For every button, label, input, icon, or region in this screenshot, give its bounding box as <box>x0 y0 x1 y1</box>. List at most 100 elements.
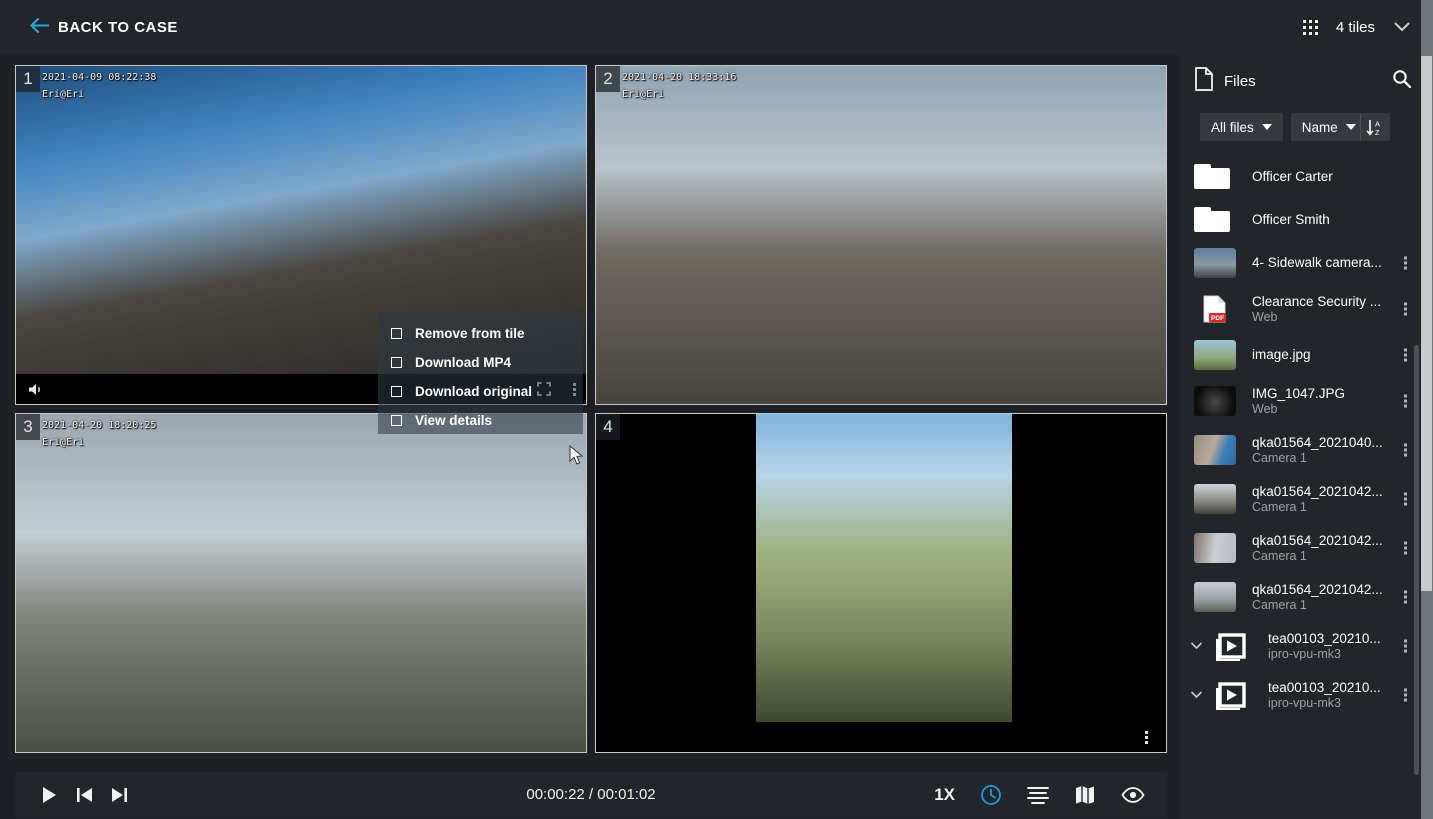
file-source: ipro-vpu-mk3 <box>1268 695 1341 710</box>
sort-a-z-icon[interactable]: AZ <box>1359 113 1390 141</box>
file-more-menu-icon[interactable] <box>1404 590 1407 603</box>
tile-context-menu[interactable]: Remove from tile Download MP4 Download o… <box>378 312 583 434</box>
file-more-menu-icon[interactable] <box>1404 443 1407 456</box>
playback-speed-button[interactable]: 1X <box>934 785 955 805</box>
file-more-menu-icon[interactable] <box>1404 302 1407 315</box>
tile-channel: Eri@Eri <box>622 89 665 100</box>
video-tile-3[interactable]: 3 2021-04-20 18:20:25 Eri@Eri <box>15 413 587 753</box>
files-list-scrollbar[interactable] <box>1414 345 1419 775</box>
list-item[interactable]: image.jpg <box>1180 333 1433 376</box>
back-to-case-label: BACK TO CASE <box>58 19 178 36</box>
list-item[interactable]: tea00103_20210... ipro-vpu-mk3 <box>1180 621 1433 670</box>
list-item[interactable]: tea00103_20210... ipro-vpu-mk3 <box>1180 670 1433 719</box>
all-files-filter-button[interactable]: All files <box>1200 113 1283 141</box>
file-name: qka01564_2021042... <box>1252 483 1383 499</box>
file-thumbnail <box>1194 581 1236 612</box>
chevron-down-icon <box>1261 124 1272 130</box>
menu-item-label: Download MP4 <box>415 355 512 370</box>
file-thumbnail <box>1194 339 1236 370</box>
list-item[interactable]: qka01564_2021042... Camera 1 <box>1180 523 1433 572</box>
svg-text:PDF: PDF <box>1211 315 1224 322</box>
file-name: tea00103_20210... <box>1268 630 1381 646</box>
search-icon[interactable] <box>1392 69 1412 93</box>
expand-chevron-icon[interactable] <box>1190 686 1203 704</box>
files-filter-row: All files Name AZ <box>1180 107 1433 147</box>
list-item[interactable]: qka01564_2021042... Camera 1 <box>1180 474 1433 523</box>
file-more-menu-icon[interactable] <box>1404 256 1407 269</box>
list-item[interactable]: Officer Carter <box>1180 155 1433 198</box>
map-icon[interactable] <box>1074 785 1096 805</box>
checkbox-icon[interactable] <box>391 415 402 426</box>
svg-text:Z: Z <box>1375 128 1380 137</box>
file-more-menu-icon[interactable] <box>1404 541 1407 554</box>
all-files-filter-label: All files <box>1211 119 1254 135</box>
tiles-selector[interactable]: 4 tiles <box>1302 19 1411 37</box>
sort-field-button[interactable]: Name <box>1290 113 1361 141</box>
file-name: qka01564_2021040... <box>1252 434 1383 450</box>
tile-channel: Eri@Eri <box>42 89 85 100</box>
file-name: Clearance Security ... <box>1252 293 1382 309</box>
file-name: 4- Sidewalk camera... <box>1252 255 1382 270</box>
video-stack-icon <box>1210 631 1252 661</box>
tiles-count-label: 4 tiles <box>1335 19 1375 36</box>
play-icon[interactable] <box>41 786 58 804</box>
volume-icon[interactable] <box>28 382 45 397</box>
clock-icon[interactable] <box>980 784 1002 806</box>
list-item[interactable]: qka01564_2021040... Camera 1 <box>1180 425 1433 474</box>
menu-item-label: Remove from tile <box>415 326 525 341</box>
file-more-menu-icon[interactable] <box>1404 492 1407 505</box>
top-bar: BACK TO CASE 4 tiles <box>0 0 1433 55</box>
grid-apps-icon[interactable] <box>1302 20 1318 35</box>
chevron-down-icon[interactable] <box>1393 19 1411 37</box>
menu-item-download-original[interactable]: Download original <box>378 377 583 406</box>
checkbox-icon[interactable] <box>391 357 402 368</box>
tile-osd-overlay: 2021-04-09 08:22:38 Eri@Eri <box>42 70 156 102</box>
skip-previous-icon[interactable] <box>76 787 93 803</box>
list-item[interactable]: PDF Clearance Security ... Web <box>1180 284 1433 333</box>
menu-item-remove-from-tile[interactable]: Remove from tile <box>378 319 583 348</box>
menu-item-label: Download original <box>415 384 532 399</box>
menu-item-view-details[interactable]: View details <box>378 406 583 435</box>
file-thumbnail <box>1194 483 1236 514</box>
transport-bar: 00:00:22 / 00:01:02 1X <box>15 772 1167 817</box>
file-name: Officer Smith <box>1252 212 1330 227</box>
arrow-left-icon <box>30 17 50 38</box>
menu-item-download-mp4[interactable]: Download MP4 <box>378 348 583 377</box>
eye-icon[interactable] <box>1121 786 1145 803</box>
menu-item-label: View details <box>415 413 493 428</box>
checkbox-icon[interactable] <box>391 328 402 339</box>
expand-chevron-icon[interactable] <box>1190 637 1203 655</box>
list-item[interactable]: IMG_1047.JPG Web <box>1180 376 1433 425</box>
files-list: Officer Carter Officer Smith 4- Sidewalk… <box>1180 155 1433 719</box>
checkbox-icon[interactable] <box>391 386 402 397</box>
chevron-down-icon <box>1345 124 1356 130</box>
file-more-menu-icon[interactable] <box>1404 394 1407 407</box>
file-more-menu-icon[interactable] <box>1404 639 1407 652</box>
video-tile-2[interactable]: 2 2021-04-20 18:33:16 Eri@Eri <box>595 65 1167 405</box>
pdf-icon: PDF <box>1194 294 1236 324</box>
tile-video-frame <box>756 414 1012 722</box>
file-name: tea00103_20210... <box>1268 679 1381 695</box>
file-thumbnail <box>1194 532 1236 563</box>
tile-more-menu-icon[interactable] <box>1145 731 1148 744</box>
video-stack-icon <box>1210 680 1252 710</box>
list-item[interactable]: Officer Smith <box>1180 198 1433 241</box>
file-more-menu-icon[interactable] <box>1404 688 1407 701</box>
align-list-icon[interactable] <box>1027 785 1049 805</box>
back-to-case-button[interactable]: BACK TO CASE <box>30 17 178 38</box>
file-name: IMG_1047.JPG <box>1252 385 1346 401</box>
tile-number-badge: 1 <box>16 66 40 92</box>
page-scrollbar-thumb[interactable] <box>1421 56 1432 591</box>
skip-next-icon[interactable] <box>111 787 128 803</box>
page-scrollbar-track[interactable] <box>1421 0 1433 819</box>
file-name: image.jpg <box>1252 347 1311 362</box>
tile-number-badge: 2 <box>596 66 620 92</box>
tile-timestamp: 2021-04-09 08:22:38 <box>42 72 157 83</box>
files-panel-title: Files <box>1224 72 1256 90</box>
list-item[interactable]: qka01564_2021042... Camera 1 <box>1180 572 1433 621</box>
file-more-menu-icon[interactable] <box>1404 348 1407 361</box>
list-item[interactable]: 4- Sidewalk camera... <box>1180 241 1433 284</box>
video-tile-4[interactable]: 4 <box>595 413 1167 753</box>
file-source: ipro-vpu-mk3 <box>1268 646 1341 661</box>
tile-grid: 1 2021-04-09 08:22:38 Eri@Eri 2 2021-04-… <box>15 65 1167 755</box>
